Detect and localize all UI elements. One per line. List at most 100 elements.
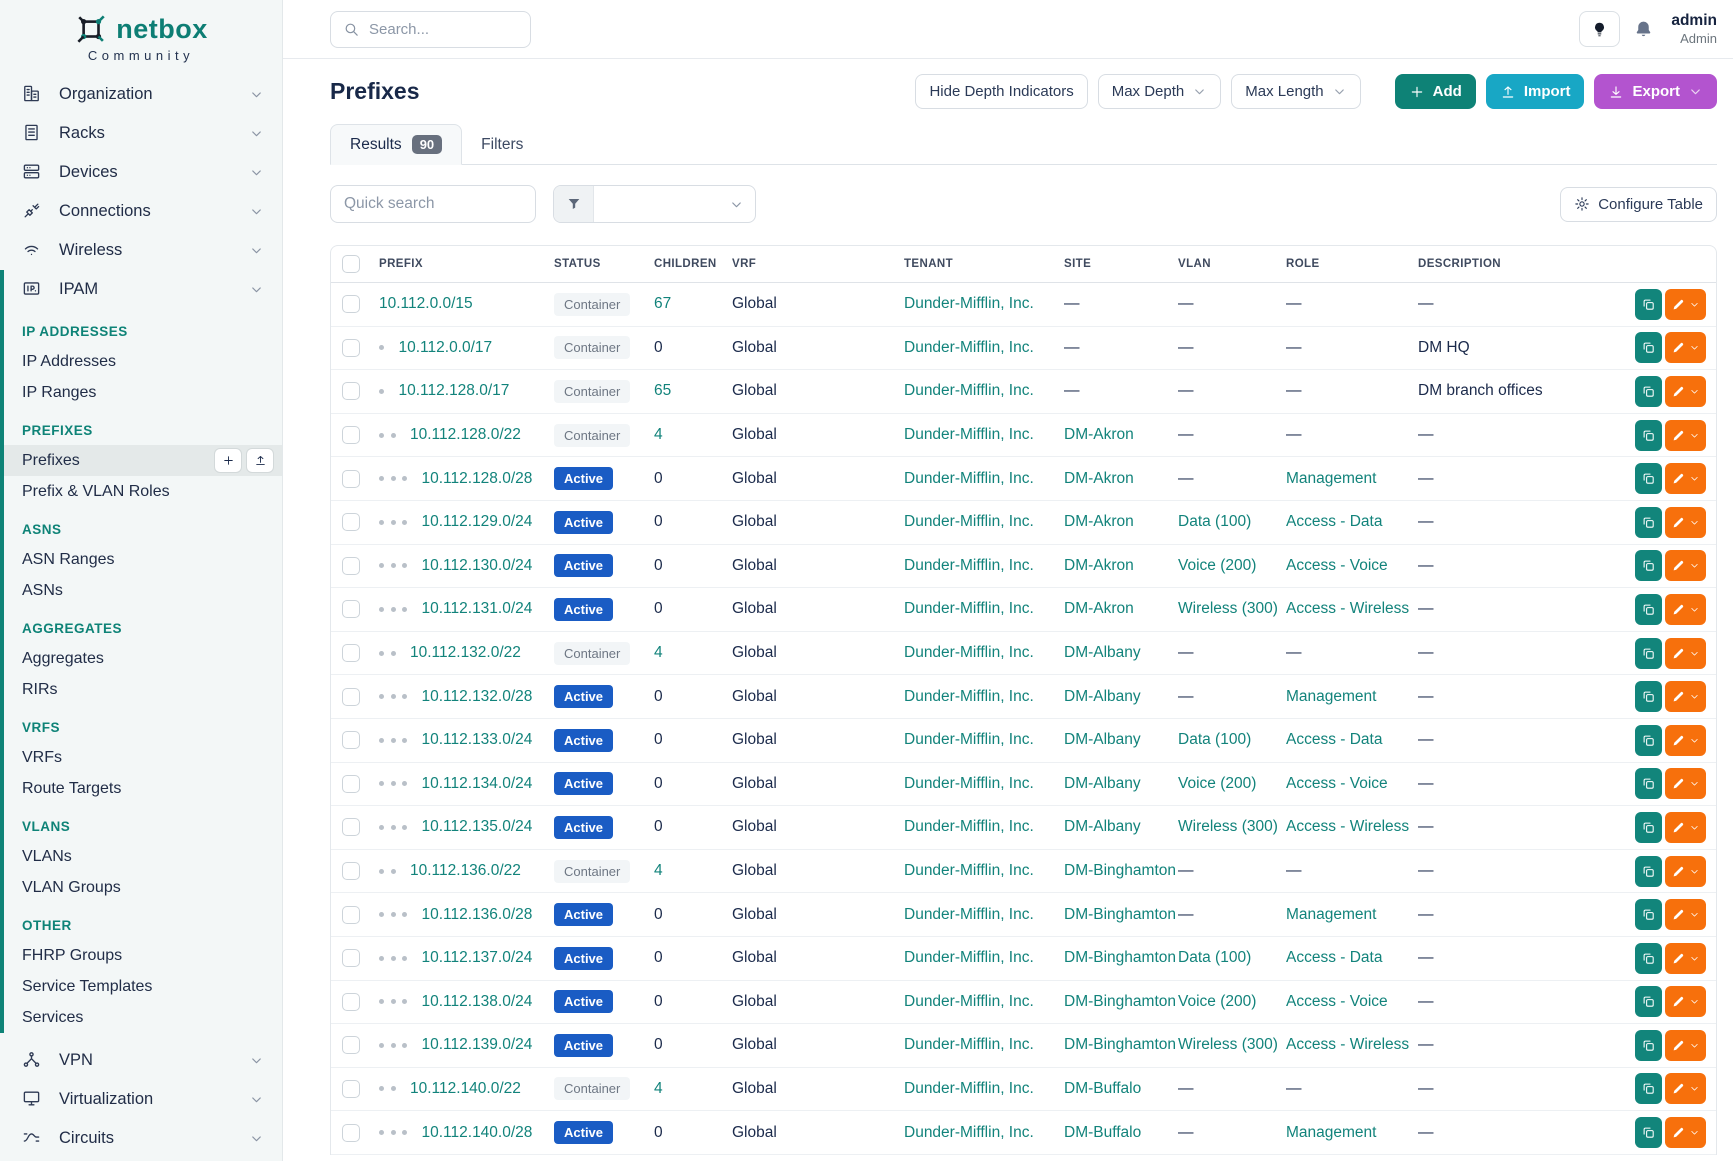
site-link[interactable]: DM-Binghamton — [1064, 906, 1176, 923]
edit-button[interactable] — [1665, 812, 1706, 843]
sidebar-item-prefixes[interactable]: Prefixes — [4, 445, 282, 476]
clone-button[interactable] — [1635, 1117, 1662, 1148]
sidebar-item-wireless[interactable]: Wireless — [0, 231, 282, 270]
tenant-link[interactable]: Dunder-Mifflin, Inc. — [904, 513, 1034, 530]
quick-add-button[interactable] — [214, 448, 242, 473]
prefix-link[interactable]: 10.112.140.0/22 — [410, 1080, 521, 1098]
role-link[interactable]: Access - Voice — [1286, 993, 1388, 1010]
prefix-link[interactable]: 10.112.131.0/24 — [422, 600, 533, 618]
vlan-link[interactable]: Data (100) — [1178, 949, 1251, 966]
clone-button[interactable] — [1635, 812, 1662, 843]
children-link[interactable]: 67 — [654, 295, 671, 312]
clone-button[interactable] — [1635, 507, 1662, 538]
prefix-link[interactable]: 10.112.132.0/28 — [422, 688, 533, 706]
clone-button[interactable] — [1635, 638, 1662, 669]
tenant-link[interactable]: Dunder-Mifflin, Inc. — [904, 775, 1034, 792]
site-link[interactable]: DM-Albany — [1064, 818, 1141, 835]
global-search[interactable] — [330, 11, 531, 48]
tenant-link[interactable]: Dunder-Mifflin, Inc. — [904, 1036, 1034, 1053]
site-link[interactable]: DM-Buffalo — [1064, 1080, 1141, 1097]
sidebar-item-virtualization[interactable]: Virtualization — [0, 1080, 282, 1119]
sidebar-item-ip-addresses[interactable]: IP Addresses — [4, 346, 282, 377]
site-link[interactable]: DM-Akron — [1064, 470, 1134, 487]
quick-search-input[interactable] — [330, 185, 536, 223]
sidebar-item-vpn[interactable]: VPN — [0, 1041, 282, 1080]
role-link[interactable]: Management — [1286, 906, 1376, 923]
site-link[interactable]: DM-Akron — [1064, 600, 1134, 617]
edit-button[interactable] — [1665, 638, 1706, 669]
tenant-link[interactable]: Dunder-Mifflin, Inc. — [904, 862, 1034, 879]
role-link[interactable]: Access - Voice — [1286, 775, 1388, 792]
edit-button[interactable] — [1665, 594, 1706, 625]
clone-button[interactable] — [1635, 376, 1662, 407]
row-checkbox[interactable] — [342, 600, 360, 618]
row-checkbox[interactable] — [342, 775, 360, 793]
vlan-link[interactable]: Wireless (300) — [1178, 818, 1278, 835]
edit-button[interactable] — [1665, 289, 1706, 320]
sidebar-item-aggregates[interactable]: Aggregates — [4, 643, 282, 674]
sidebar-item-service-templates[interactable]: Service Templates — [4, 971, 282, 1002]
edit-button[interactable] — [1665, 725, 1706, 756]
row-checkbox[interactable] — [342, 949, 360, 967]
sidebar-item-racks[interactable]: Racks — [0, 114, 282, 153]
clone-button[interactable] — [1635, 594, 1662, 625]
user-menu[interactable]: admin Admin — [1671, 12, 1717, 46]
role-link[interactable]: Access - Wireless — [1286, 600, 1409, 617]
theme-toggle-button[interactable] — [1579, 11, 1620, 47]
edit-button[interactable] — [1665, 1073, 1706, 1104]
role-link[interactable]: Access - Data — [1286, 949, 1382, 966]
row-checkbox[interactable] — [342, 1080, 360, 1098]
search-input[interactable] — [369, 21, 509, 38]
import-button[interactable]: Import — [1486, 74, 1585, 109]
tab-filters[interactable]: Filters — [462, 126, 542, 164]
prefix-link[interactable]: 10.112.0.0/17 — [399, 339, 493, 357]
clone-button[interactable] — [1635, 943, 1662, 974]
prefix-link[interactable]: 10.112.130.0/24 — [422, 557, 533, 575]
site-link[interactable]: DM-Akron — [1064, 557, 1134, 574]
tenant-link[interactable]: Dunder-Mifflin, Inc. — [904, 906, 1034, 923]
sidebar-item-vrfs[interactable]: VRFs — [4, 742, 282, 773]
sidebar-item-asns[interactable]: ASNs — [4, 575, 282, 606]
edit-button[interactable] — [1665, 420, 1706, 451]
row-checkbox[interactable] — [342, 339, 360, 357]
children-link[interactable]: 4 — [654, 1080, 663, 1097]
vlan-link[interactable]: Wireless (300) — [1178, 1036, 1278, 1053]
clone-button[interactable] — [1635, 725, 1662, 756]
vlan-link[interactable]: Voice (200) — [1178, 775, 1256, 792]
prefix-link[interactable]: 10.112.139.0/24 — [422, 1036, 533, 1054]
clone-button[interactable] — [1635, 289, 1662, 320]
row-checkbox[interactable] — [342, 295, 360, 313]
add-button[interactable]: Add — [1395, 74, 1476, 109]
sidebar-item-ipam[interactable]: IPAM — [4, 270, 282, 309]
hide-depth-indicators-button[interactable]: Hide Depth Indicators — [915, 74, 1087, 109]
tenant-link[interactable]: Dunder-Mifflin, Inc. — [904, 295, 1034, 312]
edit-button[interactable] — [1665, 550, 1706, 581]
role-link[interactable]: Access - Voice — [1286, 557, 1388, 574]
clone-button[interactable] — [1635, 986, 1662, 1017]
max-depth-dropdown[interactable]: Max Depth — [1098, 74, 1222, 109]
tab-results[interactable]: Results 90 — [330, 124, 462, 165]
vlan-link[interactable]: Wireless (300) — [1178, 600, 1278, 617]
sidebar-item-asn-ranges[interactable]: ASN Ranges — [4, 544, 282, 575]
clone-button[interactable] — [1635, 463, 1662, 494]
edit-button[interactable] — [1665, 681, 1706, 712]
clone-button[interactable] — [1635, 856, 1662, 887]
notifications-bell-icon[interactable] — [1633, 19, 1654, 40]
sidebar-item-vlan-groups[interactable]: VLAN Groups — [4, 872, 282, 903]
row-checkbox[interactable] — [342, 644, 360, 662]
site-link[interactable]: DM-Akron — [1064, 426, 1134, 443]
site-link[interactable]: DM-Albany — [1064, 731, 1141, 748]
filter-select[interactable] — [594, 186, 755, 222]
row-checkbox[interactable] — [342, 382, 360, 400]
sidebar-item-connections[interactable]: Connections — [0, 192, 282, 231]
tenant-link[interactable]: Dunder-Mifflin, Inc. — [904, 600, 1034, 617]
children-link[interactable]: 4 — [654, 862, 663, 879]
row-checkbox[interactable] — [342, 1124, 360, 1142]
vlan-link[interactable]: Data (100) — [1178, 513, 1251, 530]
children-link[interactable]: 65 — [654, 382, 671, 399]
clone-button[interactable] — [1635, 768, 1662, 799]
tenant-link[interactable]: Dunder-Mifflin, Inc. — [904, 688, 1034, 705]
sidebar-item-prefix-vlan-roles[interactable]: Prefix & VLAN Roles — [4, 476, 282, 507]
site-link[interactable]: DM-Albany — [1064, 688, 1141, 705]
tenant-link[interactable]: Dunder-Mifflin, Inc. — [904, 1124, 1034, 1141]
